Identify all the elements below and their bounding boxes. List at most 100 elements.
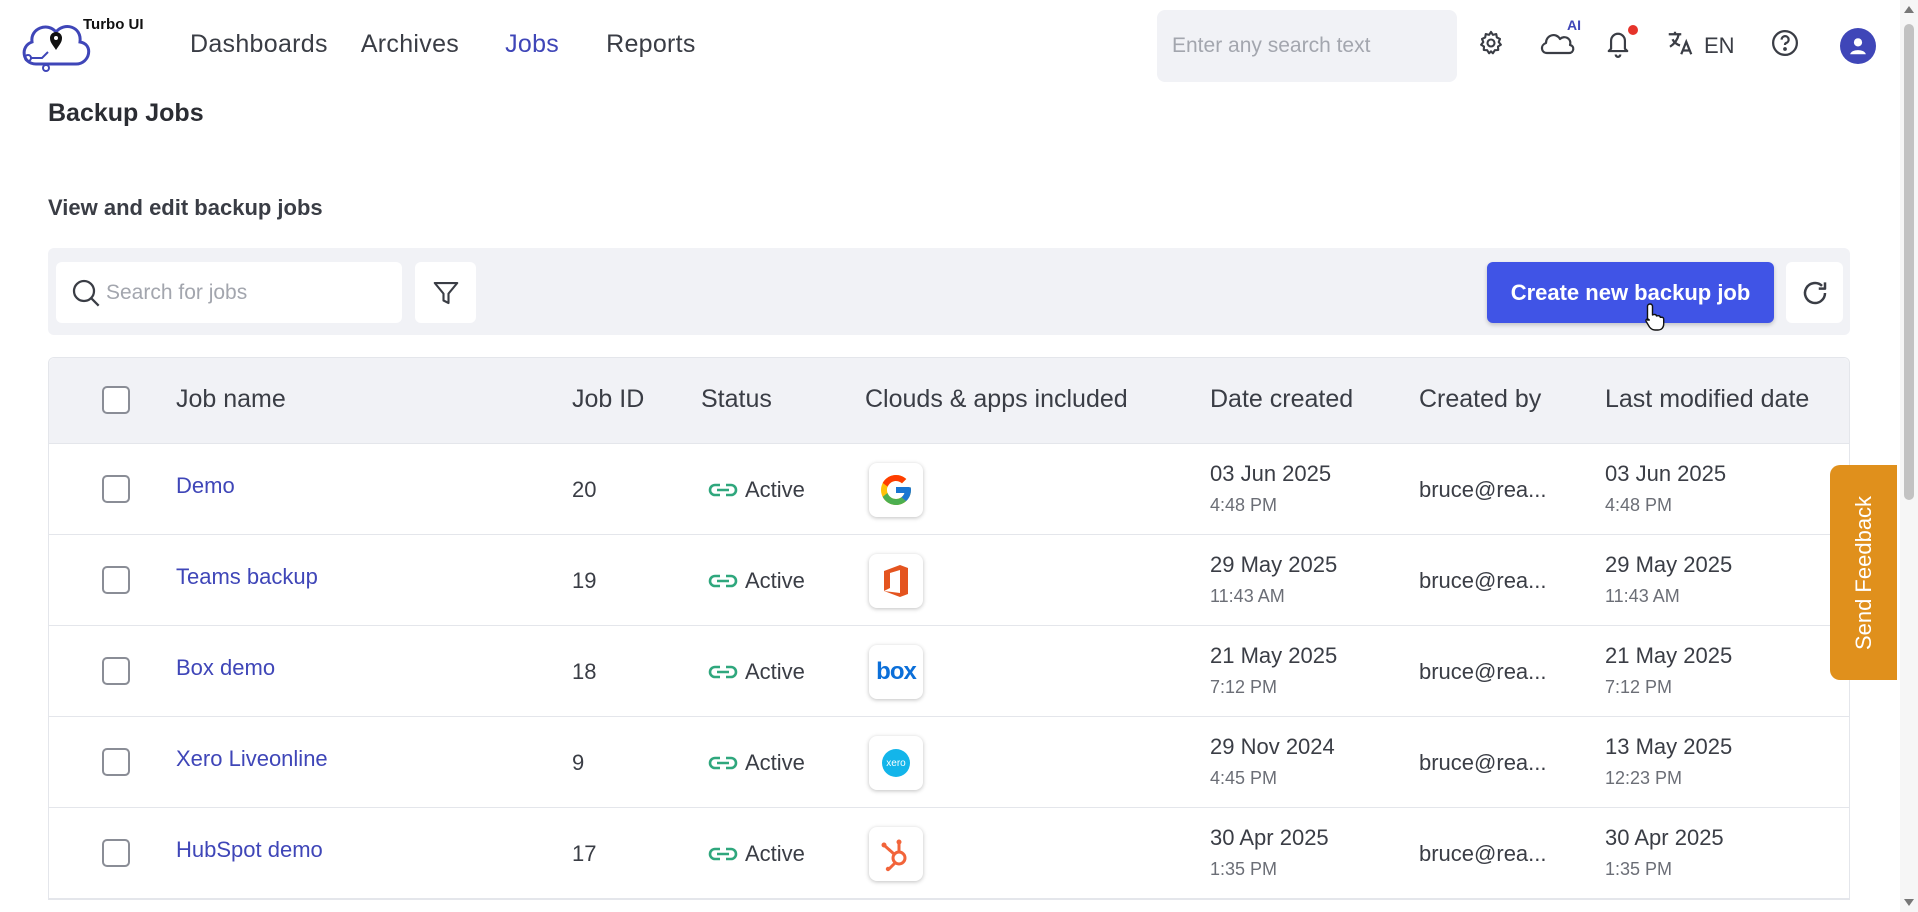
gear-icon[interactable] bbox=[1474, 26, 1508, 60]
time-created: 11:43 AM bbox=[1210, 586, 1285, 606]
language-label[interactable]: EN bbox=[1704, 33, 1735, 59]
notification-dot bbox=[1628, 25, 1638, 35]
ai-label: AI bbox=[1567, 17, 1581, 33]
link-icon bbox=[708, 756, 738, 770]
translate-icon[interactable] bbox=[1663, 26, 1697, 60]
link-icon bbox=[708, 483, 738, 497]
box-icon: box bbox=[869, 645, 923, 699]
table-row[interactable]: Box demo 18 Active box 21 May 2025 7:12 … bbox=[49, 626, 1849, 717]
column-header-clouds-apps[interactable]: Clouds & apps included bbox=[865, 385, 1128, 414]
nav-reports[interactable]: Reports bbox=[606, 30, 696, 59]
global-search-input[interactable] bbox=[1157, 10, 1457, 82]
table-header: Job name Job ID Status Clouds & apps inc… bbox=[49, 358, 1849, 444]
time-created: 4:48 PM bbox=[1210, 495, 1278, 515]
logo-text: Turbo UI bbox=[83, 16, 144, 33]
time-created: 7:12 PM bbox=[1210, 677, 1278, 697]
last-modified-date: 29 May 2025 bbox=[1605, 552, 1733, 577]
refresh-icon bbox=[1803, 281, 1826, 304]
scroll-up-arrow-icon[interactable] bbox=[1904, 6, 1914, 13]
last-modified-date: 21 May 2025 bbox=[1605, 643, 1733, 668]
job-name-link[interactable]: HubSpot demo bbox=[176, 837, 323, 863]
time-created: 1:35 PM bbox=[1210, 859, 1278, 879]
last-modified-date: 03 Jun 2025 bbox=[1605, 461, 1727, 486]
nav-archives[interactable]: Archives bbox=[361, 30, 459, 59]
created-by: bruce@rea... bbox=[1419, 841, 1547, 866]
xero-logo-text: xero bbox=[886, 757, 906, 769]
column-header-last-modified[interactable]: Last modified date bbox=[1605, 385, 1809, 414]
jobs-toolbar: Create new backup job bbox=[48, 248, 1850, 335]
date-created: 29 Nov 2024 bbox=[1210, 734, 1335, 759]
link-icon bbox=[708, 847, 738, 861]
nav-jobs[interactable]: Jobs bbox=[505, 30, 559, 59]
status-badge: Active bbox=[707, 750, 805, 776]
column-header-job-id[interactable]: Job ID bbox=[572, 385, 644, 414]
column-header-status[interactable]: Status bbox=[701, 385, 772, 414]
last-modified-time: 4:48 PM bbox=[1605, 495, 1673, 515]
job-id: 18 bbox=[572, 659, 597, 684]
row-checkbox[interactable] bbox=[102, 657, 130, 685]
column-header-job-name[interactable]: Job name bbox=[176, 385, 286, 414]
job-id: 19 bbox=[572, 568, 597, 593]
job-name-link[interactable]: Teams backup bbox=[176, 564, 318, 590]
status-text: Active bbox=[745, 477, 805, 502]
created-by: bruce@rea... bbox=[1419, 750, 1547, 775]
scroll-thumb[interactable] bbox=[1904, 24, 1914, 500]
job-search-input[interactable] bbox=[106, 262, 396, 323]
nav-dashboards[interactable]: Dashboards bbox=[190, 30, 328, 59]
select-all-checkbox[interactable] bbox=[102, 386, 130, 414]
column-header-created-by[interactable]: Created by bbox=[1419, 385, 1541, 414]
backup-jobs-table: Job name Job ID Status Clouds & apps inc… bbox=[48, 357, 1850, 900]
date-created: 03 Jun 2025 bbox=[1210, 461, 1332, 486]
job-search-box bbox=[56, 262, 402, 323]
top-bar: Turbo UI Dashboards Archives Jobs Report… bbox=[0, 0, 1900, 92]
job-id: 9 bbox=[572, 750, 585, 775]
table-row[interactable]: Xero Liveonline 9 Active xero 29 Nov 202… bbox=[49, 717, 1849, 808]
page-scrollbar[interactable] bbox=[1900, 0, 1918, 912]
job-name-link[interactable]: Demo bbox=[176, 473, 235, 499]
row-checkbox[interactable] bbox=[102, 748, 130, 776]
time-created: 4:45 PM bbox=[1210, 768, 1278, 788]
status-text: Active bbox=[745, 568, 805, 593]
row-checkbox[interactable] bbox=[102, 566, 130, 594]
job-name-link[interactable]: Box demo bbox=[176, 655, 275, 681]
scroll-down-arrow-icon[interactable] bbox=[1904, 899, 1914, 906]
last-modified-time: 11:43 AM bbox=[1605, 586, 1680, 606]
send-feedback-button[interactable]: Send Feedback bbox=[1830, 465, 1897, 680]
filter-button[interactable] bbox=[415, 262, 476, 323]
row-checkbox[interactable] bbox=[102, 839, 130, 867]
status-text: Active bbox=[745, 750, 805, 775]
table-row[interactable]: Demo 20 Active 03 Jun 2025 4:48 PM bruce… bbox=[49, 444, 1849, 535]
status-badge: Active bbox=[707, 568, 805, 594]
last-modified-time: 7:12 PM bbox=[1605, 677, 1673, 697]
row-checkbox[interactable] bbox=[102, 475, 130, 503]
link-icon bbox=[708, 574, 738, 588]
job-id: 17 bbox=[572, 841, 597, 866]
send-feedback-label: Send Feedback bbox=[1850, 495, 1876, 650]
status-text: Active bbox=[745, 841, 805, 866]
job-name-link[interactable]: Xero Liveonline bbox=[176, 746, 328, 772]
main-nav: Dashboards Archives Jobs Reports bbox=[190, 30, 729, 59]
table-row[interactable]: HubSpot demo 17 Active 30 Apr 2025 1:35 … bbox=[49, 808, 1849, 899]
create-backup-job-button[interactable]: Create new backup job bbox=[1487, 262, 1774, 323]
created-by: bruce@rea... bbox=[1419, 659, 1547, 684]
hubspot-icon bbox=[869, 827, 923, 881]
search-icon bbox=[72, 279, 100, 307]
column-header-date-created[interactable]: Date created bbox=[1210, 385, 1353, 414]
xero-icon: xero bbox=[869, 736, 923, 790]
page-title: Backup Jobs bbox=[48, 99, 204, 127]
status-badge: Active bbox=[707, 477, 805, 503]
office-icon bbox=[869, 554, 923, 608]
link-icon bbox=[708, 665, 738, 679]
last-modified-time: 1:35 PM bbox=[1605, 859, 1673, 879]
date-created: 21 May 2025 bbox=[1210, 643, 1338, 668]
last-modified-date: 30 Apr 2025 bbox=[1605, 825, 1724, 850]
table-row[interactable]: Teams backup 19 Active 29 May 2025 11:43… bbox=[49, 535, 1849, 626]
last-modified-date: 13 May 2025 bbox=[1605, 734, 1733, 759]
refresh-button[interactable] bbox=[1786, 262, 1843, 323]
google-icon bbox=[869, 463, 923, 517]
help-icon[interactable] bbox=[1768, 26, 1802, 60]
job-id: 20 bbox=[572, 477, 597, 502]
filter-icon bbox=[433, 281, 458, 304]
box-logo-text: box bbox=[876, 658, 917, 685]
user-avatar-icon[interactable] bbox=[1840, 28, 1876, 64]
